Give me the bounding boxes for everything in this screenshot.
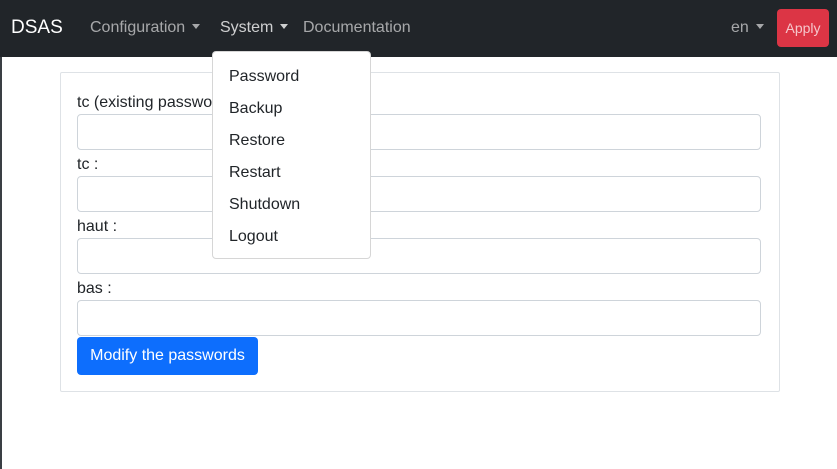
menu-configuration[interactable]: Configuration	[90, 19, 201, 37]
apply-button[interactable]: Apply	[777, 9, 829, 47]
haut-password-input[interactable]	[77, 238, 761, 274]
menu-item-shutdown[interactable]: Shutdown	[229, 196, 300, 214]
menu-system[interactable]: System	[220, 19, 289, 37]
menu-documentation[interactable]: Documentation	[303, 19, 411, 37]
menu-item-restore[interactable]: Restore	[229, 132, 285, 150]
menu-item-backup[interactable]: Backup	[229, 100, 282, 118]
chevron-down-icon	[192, 24, 201, 29]
menu-item-restart[interactable]: Restart	[229, 164, 281, 182]
field-label-haut: haut :	[77, 218, 118, 235]
brand-logo[interactable]: DSAS	[11, 17, 63, 39]
top-navbar: DSAS Configuration System Documentation …	[0, 0, 837, 57]
chevron-down-icon	[755, 24, 764, 29]
field-label-tc: tc :	[77, 156, 99, 173]
menu-item-logout[interactable]: Logout	[229, 228, 278, 246]
menu-item-password[interactable]: Password	[229, 68, 299, 86]
menu-system-label: System	[220, 19, 274, 36]
chevron-down-icon	[280, 24, 289, 29]
modify-passwords-button[interactable]: Modify the passwords	[77, 337, 258, 375]
field-label-bas: bas :	[77, 280, 112, 297]
menu-configuration-label: Configuration	[90, 19, 186, 36]
system-dropdown-menu: Password Backup Restore Restart Shutdown…	[212, 51, 371, 259]
tc-password-input[interactable]	[77, 176, 761, 212]
language-label: en	[731, 19, 749, 36]
bas-password-input[interactable]	[77, 300, 761, 336]
menu-documentation-label: Documentation	[303, 19, 411, 36]
window-edge	[0, 57, 2, 469]
tc-existing-password-input[interactable]	[77, 114, 761, 150]
language-selector[interactable]: en	[731, 19, 764, 37]
